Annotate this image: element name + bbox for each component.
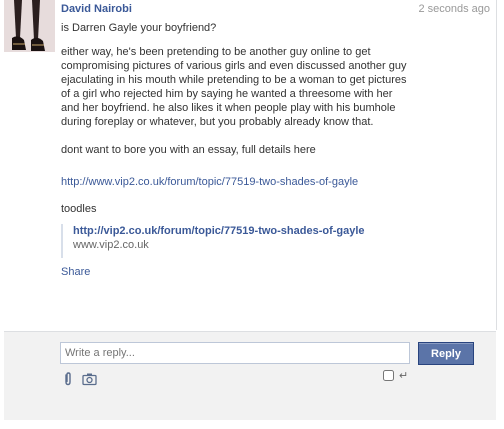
reply-input[interactable]: [60, 342, 410, 364]
enter-key-icon: ↵: [399, 370, 409, 382]
message-timestamp: 2 seconds ago: [418, 3, 490, 15]
message-body: is Darren Gayle your boyfriend? either w…: [61, 21, 413, 157]
press-enter-checkbox[interactable]: [383, 370, 394, 381]
message-paragraph: toodles: [61, 203, 97, 215]
message-item: David Nairobi 2 seconds ago is Darren Ga…: [0, 0, 497, 330]
message-link[interactable]: http://www.vip2.co.uk/forum/topic/77519-…: [61, 176, 358, 188]
link-preview-title[interactable]: http://vip2.co.uk/forum/topic/77519-two-…: [73, 224, 453, 238]
reply-button[interactable]: Reply: [418, 342, 474, 365]
message-paragraph: dont want to bore you with an essay, ful…: [61, 144, 316, 156]
paperclip-icon[interactable]: [62, 372, 74, 386]
camera-icon[interactable]: [82, 372, 98, 386]
share-link[interactable]: Share: [61, 266, 90, 278]
sender-name[interactable]: David Nairobi: [61, 3, 132, 15]
link-preview-card[interactable]: http://vip2.co.uk/forum/topic/77519-two-…: [61, 224, 453, 258]
sender-avatar[interactable]: [4, 0, 55, 52]
message-paragraph: is Darren Gayle your boyfriend?: [61, 22, 217, 34]
reply-composer: Reply ↵: [4, 331, 496, 420]
message-paragraph: either way, he's been pretending to be a…: [61, 46, 407, 128]
link-preview-domain: www.vip2.co.uk: [73, 239, 149, 251]
